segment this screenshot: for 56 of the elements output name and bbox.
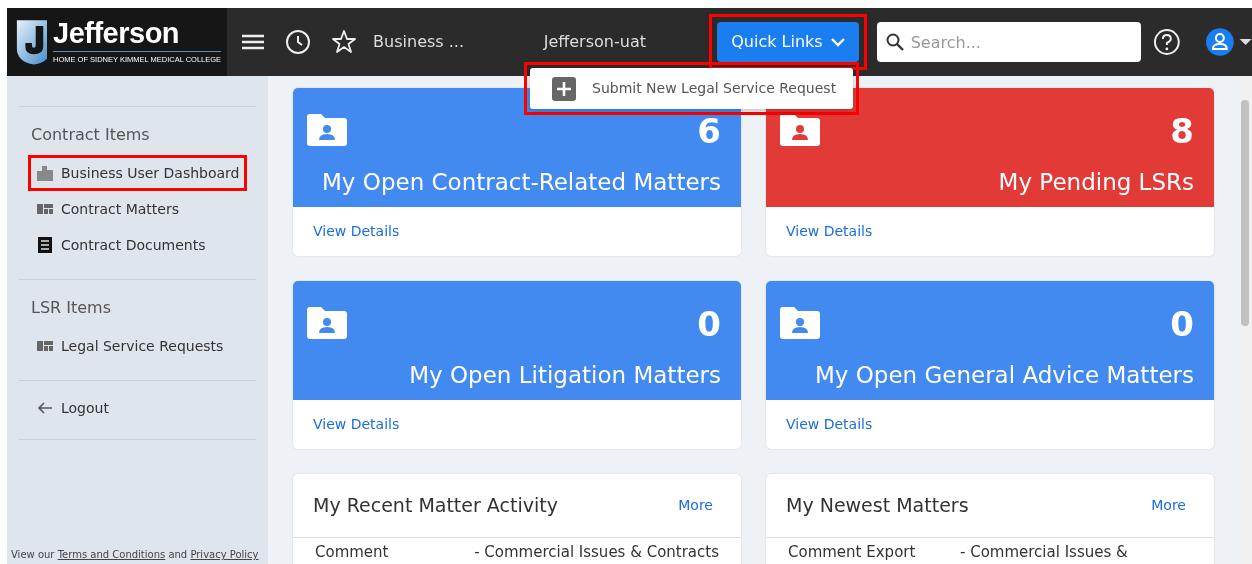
- table-cell-text: Comment Export: [788, 542, 917, 563]
- panel-title: My Recent Matter Activity: [313, 493, 558, 519]
- view-details-link[interactable]: View Details: [766, 207, 1214, 256]
- menu-icon[interactable]: [241, 32, 266, 52]
- tile-title: My Open Contract-Related Matters: [321, 167, 721, 197]
- chevron-down-icon: [830, 37, 845, 47]
- tile-count: 0: [697, 307, 721, 341]
- clock-icon[interactable]: [285, 29, 312, 55]
- table-cell-text: - Commercial Issues &: [960, 542, 1128, 563]
- help-icon[interactable]: [1152, 28, 1181, 56]
- more-link[interactable]: More: [1151, 495, 1186, 516]
- table-cell-text: - Commercial Issues & Contracts: [474, 542, 719, 563]
- view-details-link[interactable]: View Details: [293, 207, 741, 256]
- tile-count: 8: [1170, 114, 1194, 148]
- sidebar-item[interactable]: Contract Matters: [31, 194, 179, 224]
- footer-text: View our Terms and Conditions and Privacy Policy: [11, 548, 259, 562]
- section-heading: LSR Items: [31, 297, 113, 319]
- sidebar-item[interactable]: Contract Documents: [31, 230, 206, 260]
- folder-person-icon: [307, 114, 347, 146]
- star-icon[interactable]: [331, 29, 358, 55]
- more-link[interactable]: More: [678, 495, 713, 516]
- section-heading: Contract Items: [31, 124, 151, 146]
- folder-person-icon: [307, 307, 347, 339]
- terms-link[interactable]: Terms and Conditions: [57, 549, 166, 560]
- folder-person-icon: [780, 307, 820, 339]
- user-avatar-icon[interactable]: [1206, 28, 1252, 56]
- tile-title: My Open Litigation Matters: [408, 360, 721, 390]
- sidebar-item[interactable]: Business User Dashboard: [31, 158, 240, 188]
- grid-icon: [37, 201, 53, 217]
- plus-icon: [552, 76, 576, 101]
- environment-name: Jefferson-uat: [543, 31, 647, 53]
- building-icon: [37, 165, 53, 181]
- tile-count: 0: [1170, 307, 1194, 341]
- tile-title: My Pending LSRs: [997, 167, 1194, 197]
- arrow-left-icon: [37, 401, 53, 415]
- document-icon: [37, 237, 53, 253]
- tile-count: 6: [697, 114, 721, 148]
- view-details-link[interactable]: View Details: [293, 400, 741, 449]
- tile-title: My Open General Advice Matters: [813, 360, 1194, 390]
- sidebar-item[interactable]: Legal Service Requests: [31, 331, 224, 361]
- scrollbar-thumb[interactable]: [1241, 100, 1249, 326]
- privacy-link[interactable]: Privacy Policy: [190, 549, 259, 560]
- logo-text: Jefferson: [53, 18, 181, 48]
- search-field[interactable]: Search...: [876, 22, 1141, 62]
- quick-links-button[interactable]: Quick Links: [717, 22, 859, 62]
- folder-person-icon: [780, 114, 820, 146]
- scrollbar[interactable]: [1238, 76, 1252, 564]
- logout-link[interactable]: Logout: [37, 393, 256, 423]
- panel-title: My Newest Matters: [786, 493, 969, 519]
- grid-icon: [37, 338, 53, 354]
- dropdown-item[interactable]: Submit New Legal Service Request: [530, 68, 853, 109]
- breadcrumb-text: Business ...: [373, 31, 465, 53]
- table-cell-text: Comment: [315, 542, 390, 563]
- view-details-link[interactable]: View Details: [766, 400, 1214, 449]
- search-icon: [885, 33, 904, 51]
- shield-logo-icon: [15, 17, 47, 67]
